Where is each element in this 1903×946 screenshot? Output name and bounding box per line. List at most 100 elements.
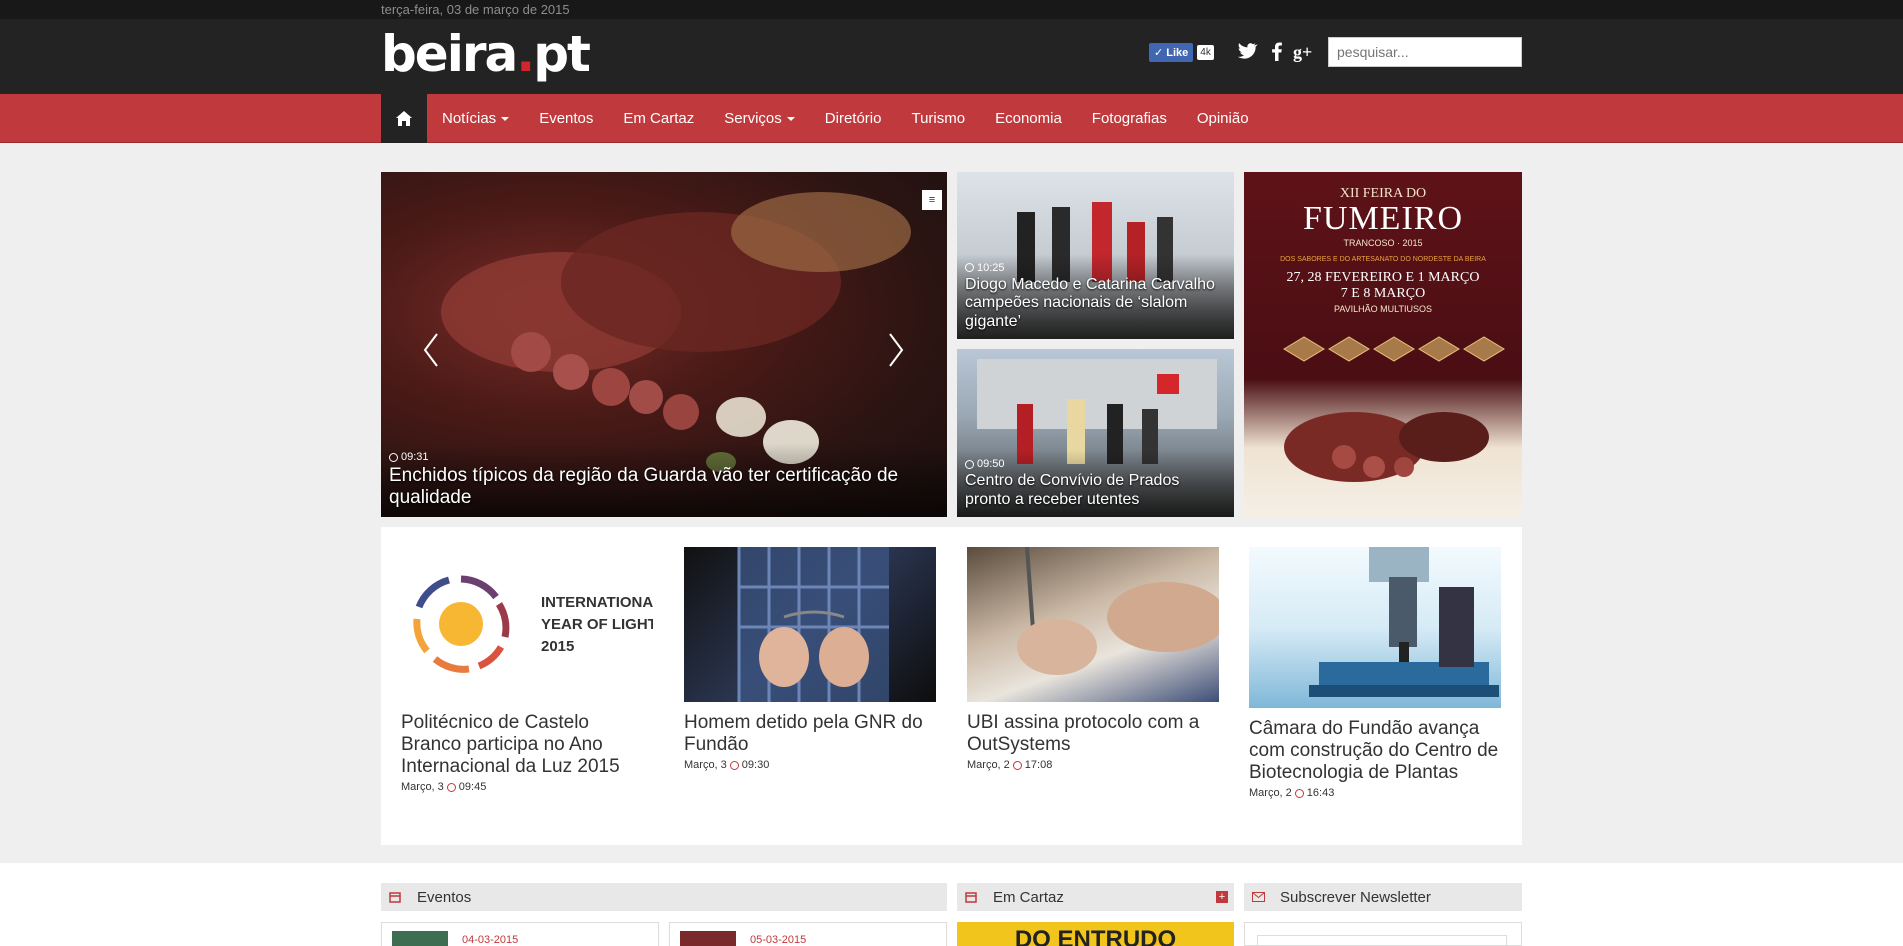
ad-line: DOS SABORES E DO ARTESANATO DO NORDESTE … — [1280, 256, 1486, 263]
clock-icon — [729, 760, 739, 770]
news-meta: Março, 2 16:43 — [1249, 787, 1335, 799]
featured-slider[interactable]: ≡ 09:31 Enchidos típicos da região da Gu… — [381, 172, 947, 517]
ad-line: PAVILHÃO MULTIUSOS — [1333, 304, 1433, 314]
ad-line: 7 E 8 MARÇO — [1340, 286, 1426, 301]
news-title[interactable]: Homem detido pela GNR do Fundão — [684, 712, 936, 756]
news-thumbnail[interactable]: INTERNATIONAL YEAR OF LIGHT 2015 — [401, 547, 653, 702]
microscope-photo — [1309, 547, 1499, 697]
event-thumbnail — [680, 931, 736, 946]
facebook-like-button[interactable]: ✓ Like — [1149, 42, 1194, 62]
ad-title: FUMEIRO — [1302, 200, 1464, 237]
ad-line: TRANCOSO · 2015 — [1343, 238, 1423, 248]
news-card[interactable]: Homem detido pela GNR do Fundão Março, 3… — [684, 547, 936, 771]
nav-home[interactable] — [381, 94, 427, 143]
news-tile-prados[interactable]: 09:50 Centro de Convívio de Prados pront… — [957, 349, 1234, 517]
nav-item-servicos[interactable]: Serviços — [709, 94, 810, 143]
clock-icon — [446, 782, 456, 792]
facebook-like-count: 4k — [1197, 44, 1214, 60]
tile-caption: 10:25 Diogo Macedo e Catarina Carvalho c… — [957, 253, 1234, 339]
newsletter-email-input[interactable] — [1257, 935, 1507, 946]
nav-item-diretorio[interactable]: Diretório — [810, 94, 897, 143]
home-icon — [396, 111, 412, 126]
clock-icon — [1294, 788, 1304, 798]
google-plus-icon[interactable]: g+ — [1293, 39, 1317, 63]
current-date: terça-feira, 03 de março de 2015 — [381, 2, 570, 17]
chevron-down-icon — [501, 117, 510, 122]
newsletter-widget-header: Subscrever Newsletter — [1244, 883, 1522, 911]
plus-icon[interactable]: + — [1216, 891, 1228, 903]
chevron-left-icon[interactable] — [421, 332, 441, 368]
top-bar: terça-feira, 03 de março de 2015 — [0, 0, 1903, 19]
news-title[interactable]: Politécnico de Castelo Branco participa … — [401, 712, 653, 778]
nav-item-noticias[interactable]: Notícias — [427, 94, 524, 143]
logo-tld: pt — [533, 25, 591, 83]
handcuffs-photo — [737, 547, 889, 702]
featured-caption: 09:31 Enchidos típicos da região da Guar… — [381, 443, 947, 517]
news-meta: Março, 2 17:08 — [967, 759, 1053, 771]
facebook-icon[interactable] — [1265, 39, 1289, 63]
calendar-icon — [957, 891, 985, 903]
sun-logo-icon — [413, 575, 510, 673]
news-card[interactable]: Câmara do Fundão avança com construção d… — [1249, 547, 1501, 799]
event-date: 05-03-2015 — [750, 934, 807, 946]
news-meta: Março, 3 09:45 — [401, 781, 487, 793]
site-logo[interactable]: beira.pt — [381, 29, 591, 79]
facebook-like-widget[interactable]: ✓ Like 4k — [1149, 42, 1214, 62]
site-header: beira.pt ✓ Like 4k g+ — [0, 19, 1903, 94]
nav-menu: Notícias Eventos Em Cartaz Serviços Dire… — [381, 94, 1264, 143]
svg-text:g+: g+ — [1293, 42, 1312, 62]
clock-icon — [965, 263, 974, 273]
ad-food-illustration — [1283, 336, 1505, 482]
chevron-down-icon — [786, 117, 795, 122]
nav-item-economia[interactable]: Economia — [980, 94, 1077, 143]
featured-title[interactable]: Enchidos típicos da região da Guarda vão… — [389, 465, 939, 509]
widget-title[interactable]: Em Cartaz — [993, 889, 1064, 906]
widgets-section — [0, 863, 1903, 946]
cartaz-banner[interactable]: DO ENTRUDO — [957, 922, 1234, 946]
chevron-right-icon[interactable] — [886, 332, 906, 368]
widget-title[interactable]: Eventos — [417, 889, 471, 906]
envelope-icon — [1244, 892, 1272, 902]
news-meta: Março, 3 09:30 — [684, 759, 770, 771]
news-thumbnail[interactable] — [1249, 547, 1501, 708]
nav-item-turismo[interactable]: Turismo — [896, 94, 980, 143]
event-date: 04-03-2015 — [462, 934, 519, 946]
logo-main: beira — [381, 25, 518, 83]
news-card[interactable]: UBI assina protocolo com a OutSystems Ma… — [967, 547, 1219, 771]
tile-title[interactable]: Centro de Convívio de Prados pronto a re… — [965, 472, 1226, 509]
news-title[interactable]: UBI assina protocolo com a OutSystems — [967, 712, 1219, 756]
news-tile-slalom[interactable]: 10:25 Diogo Macedo e Catarina Carvalho c… — [957, 172, 1234, 339]
featured-time: 09:31 — [389, 451, 939, 463]
latest-news-panel: INTERNATIONAL YEAR OF LIGHT 2015 Politéc… — [381, 527, 1522, 845]
newsletter-box — [1244, 922, 1522, 946]
twitter-icon[interactable] — [1234, 39, 1258, 63]
news-thumbnail[interactable] — [684, 547, 936, 702]
logo-dot: . — [516, 25, 535, 83]
tile-title[interactable]: Diogo Macedo e Catarina Carvalho campeõe… — [965, 276, 1226, 331]
nav-item-fotografias[interactable]: Fotografias — [1077, 94, 1182, 143]
clock-icon — [965, 459, 974, 469]
widget-title[interactable]: Subscrever Newsletter — [1280, 889, 1431, 906]
news-title[interactable]: Câmara do Fundão avança com construção d… — [1249, 718, 1501, 784]
event-card[interactable]: 05-03-2015 — [669, 922, 947, 946]
clock-icon — [389, 452, 398, 462]
fumeiro-ad-banner[interactable]: XII FEIRA DO FUMEIRO TRANCOSO · 2015 DOS… — [1244, 172, 1522, 517]
cartaz-widget-header: Em Cartaz + — [957, 883, 1234, 911]
event-thumbnail — [392, 931, 448, 946]
calendar-icon — [381, 891, 409, 903]
thumb-text: INTERNATIONAL YEAR OF LIGHT 2015 — [541, 594, 653, 655]
clock-icon — [1012, 760, 1022, 770]
tile-caption: 09:50 Centro de Convívio de Prados pront… — [957, 450, 1234, 517]
news-card[interactable]: INTERNATIONAL YEAR OF LIGHT 2015 Politéc… — [401, 547, 653, 793]
search-input[interactable] — [1328, 37, 1522, 67]
ad-line: 27, 28 FEVEREIRO E 1 MARÇO — [1286, 270, 1480, 285]
eventos-widget-header: Eventos — [381, 883, 947, 911]
news-thumbnail[interactable] — [967, 547, 1219, 702]
signing-photo — [1017, 547, 1219, 675]
event-card[interactable]: 04-03-2015 — [381, 922, 659, 946]
nav-item-eventos[interactable]: Eventos — [524, 94, 608, 143]
main-navbar: Notícias Eventos Em Cartaz Serviços Dire… — [0, 94, 1903, 143]
nav-item-em-cartaz[interactable]: Em Cartaz — [608, 94, 709, 143]
nav-item-opiniao[interactable]: Opinião — [1182, 94, 1264, 143]
menu-icon[interactable]: ≡ — [922, 190, 942, 210]
